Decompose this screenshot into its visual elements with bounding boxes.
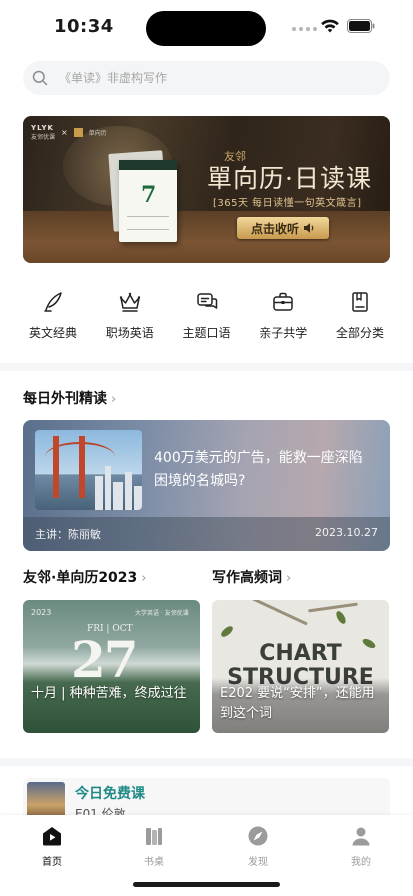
category-label: 主题口语 <box>182 326 231 340</box>
tab-label: 书桌 <box>144 857 164 868</box>
tab-label: 发现 <box>248 857 268 868</box>
article-date: 2023.10.27 <box>315 526 378 539</box>
category-english-classics[interactable]: 英文经典 <box>23 290 83 341</box>
article-card[interactable]: 400万美元的广告，能救一座深陷困境的名城吗? 主讲：陈丽敏 2023.10.2… <box>23 420 390 551</box>
calendar-number: 7 <box>141 182 157 208</box>
chat-bubbles-icon <box>196 293 217 309</box>
search-icon <box>32 70 48 86</box>
brand-logo-text: YLYK <box>31 124 54 132</box>
calendar-card[interactable]: 2023 大学英语 · 友邻优课 FRI | OCT 27 十月 | 种种苦难，… <box>23 600 200 733</box>
category-parent-child[interactable]: 亲子共学 <box>253 290 313 341</box>
section-header-calendar[interactable]: 友邻·单向历2023 › <box>23 567 147 587</box>
chevron-right-icon: › <box>286 571 292 586</box>
desk-calendar-image: 7 <box>119 160 177 242</box>
leaf-decoration <box>334 609 348 626</box>
pencil-decoration <box>252 600 308 626</box>
compass-icon <box>248 826 268 846</box>
chevron-right-icon: › <box>111 392 117 407</box>
briefcase-icon <box>273 292 293 311</box>
article-title: 400万美元的广告，能救一座深陷困境的名城吗? <box>154 450 363 489</box>
books-icon <box>146 828 162 845</box>
writing-card[interactable]: CHART STRUCTURE E202 要说“安排”，还能用到这个词 <box>212 600 389 733</box>
partner-name: 单向历 <box>88 130 107 137</box>
category-grid: 英文经典 职场英语 主题口语 亲子共学 全部分类 <box>23 290 390 341</box>
section-title: 写作高频词 <box>212 570 282 586</box>
article-author: 主讲：陈丽敏 <box>35 528 101 541</box>
tab-profile[interactable]: 我的 <box>331 825 391 868</box>
free-course-title: 今日免费课 <box>75 786 145 802</box>
status-time: 10:34 <box>54 16 114 37</box>
banner-title: 單向历·日读课 <box>207 164 372 193</box>
status-bar: 10:34 <box>0 0 413 56</box>
banner-table <box>23 211 390 263</box>
section-divider <box>0 363 413 371</box>
category-label: 全部分类 <box>335 326 384 340</box>
partner-logo-icon <box>73 128 83 137</box>
article-footer: 主讲：陈丽敏 2023.10.27 <box>23 517 390 551</box>
quill-icon <box>44 292 62 312</box>
promo-banner[interactable]: YLYK 友邻优课 × 单向历 7 友邻 單向历·日读课 [365天 每日读懂一… <box>23 116 390 263</box>
banner-brand: YLYK 友邻优课 × 单向历 <box>31 124 107 141</box>
search-bar[interactable]: 《单读》非虚构写作 <box>23 61 390 95</box>
category-label: 亲子共学 <box>259 326 308 340</box>
book-icon <box>352 292 368 312</box>
bridge-tower <box>53 436 59 498</box>
home-indicator[interactable] <box>133 882 280 887</box>
battery-icon <box>347 19 375 33</box>
listen-button-label: 点击收听 <box>250 221 299 236</box>
category-label: 英文经典 <box>28 326 77 340</box>
wifi-icon <box>321 19 339 33</box>
home-icon <box>43 827 61 846</box>
tab-label: 首页 <box>42 857 62 868</box>
tab-discover[interactable]: 发现 <box>228 825 288 868</box>
section-title: 每日外刊精读 <box>23 391 107 407</box>
leaf-decoration <box>219 624 235 639</box>
tab-desk[interactable]: 书桌 <box>124 825 184 868</box>
listen-button[interactable]: 点击收听 <box>237 217 329 239</box>
bridge-tower <box>79 436 85 498</box>
article-thumbnail <box>35 430 142 510</box>
category-workplace-english[interactable]: 职场英语 <box>100 290 160 341</box>
search-placeholder: 《单读》非虚构写作 <box>59 71 168 85</box>
category-all[interactable]: 全部分类 <box>330 290 390 341</box>
pencil-decoration <box>308 602 358 613</box>
section-header-daily-reading[interactable]: 每日外刊精读 › <box>23 388 116 408</box>
section-header-writing[interactable]: 写作高频词 › <box>212 567 291 587</box>
section-title: 友邻·单向历2023 <box>23 570 138 586</box>
card-day: 27 <box>71 630 139 689</box>
profile-icon <box>352 827 370 846</box>
card-caption: 十月 | 种种苦难，终成过往 <box>31 686 187 701</box>
banner-description: [365天 每日读懂一句英文箴言] <box>213 198 362 209</box>
category-label: 职场英语 <box>105 326 154 340</box>
card-brand: 大学英语 · 友邻优课 <box>135 610 189 617</box>
speaker-icon <box>304 223 314 233</box>
crown-icon <box>119 292 140 312</box>
dynamic-island <box>146 11 266 46</box>
tab-home[interactable]: 首页 <box>22 825 82 868</box>
card-caption: E202 要说“安排”，还能用到这个词 <box>220 686 375 721</box>
chevron-right-icon: › <box>141 571 147 586</box>
card-year: 2023 <box>31 608 52 617</box>
section-divider <box>0 758 413 766</box>
category-topic-speaking[interactable]: 主题口语 <box>177 290 237 341</box>
brand-cross: × <box>61 128 68 137</box>
card-headline-line1: CHART <box>259 641 342 666</box>
tab-label: 我的 <box>351 857 371 868</box>
signal-dots-icon <box>292 27 317 31</box>
brand-logo-sub: 友邻优课 <box>31 134 56 141</box>
